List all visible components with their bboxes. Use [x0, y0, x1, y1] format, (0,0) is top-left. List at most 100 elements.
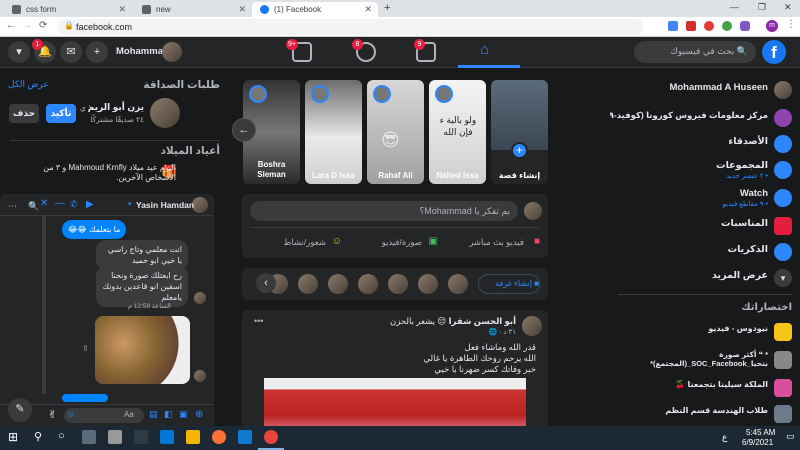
- new-message-button[interactable]: ✎: [8, 398, 32, 422]
- sidebar-item-memories[interactable]: الذكريات: [610, 240, 800, 264]
- close-chat-icon[interactable]: ✕: [40, 198, 48, 209]
- minimize-button[interactable]: —: [730, 2, 739, 12]
- search-contacts-icon[interactable]: 🔍: [28, 201, 39, 212]
- feeling-button[interactable]: ☺ شعور/نشاط: [256, 234, 342, 252]
- sticker-icon[interactable]: ◧: [164, 409, 173, 420]
- video-call-icon[interactable]: ▶: [86, 199, 94, 210]
- firefox-icon[interactable]: [212, 430, 226, 444]
- plus-circle-icon[interactable]: ⊕: [195, 409, 203, 420]
- chrome-menu-icon[interactable]: ⋮: [786, 19, 796, 30]
- room-contact-avatar[interactable]: [298, 274, 318, 294]
- chat-avatar[interactable]: [192, 197, 208, 213]
- forward-icon[interactable]: →: [22, 20, 32, 31]
- post-image[interactable]: [264, 378, 526, 426]
- room-contact-avatar[interactable]: [328, 274, 348, 294]
- browser-tab-css-form[interactable]: css form ✕: [4, 2, 132, 17]
- chat-contact-name[interactable]: Yasin Hamdan: [136, 200, 194, 210]
- browser-tab-new[interactable]: new ✕: [134, 2, 252, 17]
- close-window-button[interactable]: ✕: [784, 2, 792, 13]
- browser-tab-facebook[interactable]: (1) Facebook ✕: [252, 2, 378, 17]
- home-nav-icon[interactable]: ⌂: [480, 41, 489, 58]
- request-name[interactable]: يزن أبو الريم: [88, 102, 144, 113]
- phone-icon[interactable]: ✆: [70, 199, 78, 210]
- story-item[interactable]: Lara D Issa: [305, 80, 362, 184]
- extension-green-icon[interactable]: [722, 21, 732, 31]
- confirm-button[interactable]: تأكيد: [46, 104, 76, 123]
- cortana-icon[interactable]: ○: [58, 430, 65, 442]
- sidebar-item-groups[interactable]: المجموعات • ٢ عنصر جديد: [610, 158, 800, 182]
- more-options-icon[interactable]: ⋯: [8, 201, 17, 212]
- quick-reaction-icon[interactable]: ✌: [48, 408, 57, 421]
- sidebar-item-profile[interactable]: Mohammad A Huseen: [610, 78, 800, 102]
- post-author[interactable]: أبو الحسن شقرا: [449, 316, 516, 326]
- search-input[interactable]: 🔍 بحث في فيسبوك: [634, 41, 756, 63]
- birthday-text[interactable]: اليوم عيد ميلاد Mahmoud Krnfly و ٣ من ال…: [36, 163, 176, 183]
- sidebar-item-events[interactable]: المناسبات: [610, 214, 800, 238]
- rooms-prev-button[interactable]: ‹: [256, 273, 276, 293]
- app-icon[interactable]: [134, 430, 148, 444]
- profile-avatar-icon[interactable]: m: [766, 20, 778, 32]
- see-all-link[interactable]: عرض الكل: [8, 79, 49, 90]
- story-create[interactable]: + إنشاء قصة: [491, 80, 548, 184]
- close-tab-icon[interactable]: ✕: [238, 4, 246, 15]
- translate-icon[interactable]: [668, 21, 678, 31]
- chevron-down-icon[interactable]: ▾: [128, 200, 132, 208]
- close-tab-icon[interactable]: ✕: [364, 4, 372, 15]
- notification-center-icon[interactable]: ▭: [786, 431, 795, 442]
- photo-icon[interactable]: ▣: [179, 409, 188, 420]
- sidebar-item-friends[interactable]: الأصدقاء: [610, 132, 800, 156]
- request-avatar[interactable]: [150, 98, 180, 128]
- file-explorer-icon[interactable]: [186, 430, 200, 444]
- minimize-chat-icon[interactable]: —: [55, 198, 65, 209]
- windows-start-icon[interactable]: ⊞: [8, 430, 18, 444]
- chat-scrollbar[interactable]: [42, 216, 46, 394]
- input-language[interactable]: ع: [722, 432, 727, 443]
- post-menu-icon[interactable]: •••: [254, 316, 263, 326]
- shortcut-item[interactable]: * ❝ أكثر صورة بتحبا_SOC_Facebook_(المجتم…: [610, 348, 800, 372]
- extension-pdf-icon[interactable]: [686, 21, 696, 31]
- reload-icon[interactable]: ⟳: [39, 20, 47, 31]
- shortcut-item[interactable]: الملكة سيلينا بتجمعنا 🍒: [610, 376, 800, 400]
- url-field[interactable]: 🔒 facebook.com: [58, 19, 643, 35]
- share-icon[interactable]: ⇪: [82, 344, 89, 353]
- sidebar-item-see-more[interactable]: ▾ عرض المزيد: [610, 266, 800, 290]
- camera-app-icon[interactable]: [108, 430, 122, 444]
- new-tab-button[interactable]: +: [384, 2, 390, 14]
- chat-message-input[interactable]: Aa: [64, 408, 144, 423]
- close-tab-icon[interactable]: ✕: [118, 4, 126, 15]
- back-icon[interactable]: ←: [6, 20, 16, 31]
- create-button[interactable]: +: [86, 41, 108, 63]
- room-contact-avatar[interactable]: [388, 274, 408, 294]
- story-item[interactable]: ولو بالية ء فإن الله Nahed Issa: [429, 80, 486, 184]
- chrome-icon[interactable]: [264, 430, 278, 444]
- shortcut-item[interactable]: نيودوس - فيديو: [610, 320, 800, 344]
- room-contact-avatar[interactable]: [358, 274, 378, 294]
- taskbar-time[interactable]: 5:45 AM: [746, 428, 775, 437]
- create-room-button[interactable]: ■ إنشاء غرفة: [478, 274, 540, 294]
- post-time[interactable]: ٣١ د · 🌐: [488, 328, 516, 336]
- gif-icon[interactable]: ▤: [149, 409, 158, 420]
- extension-puzzle-icon[interactable]: [740, 21, 750, 31]
- delete-button[interactable]: حذف: [9, 104, 39, 123]
- story-item[interactable]: 😎 Rahaf Ali: [367, 80, 424, 184]
- messenger-button[interactable]: ✉: [60, 41, 82, 63]
- mail-app-icon[interactable]: [160, 430, 174, 444]
- sidebar-item-covid-info[interactable]: مركز معلومات فيروس كورونا (كوفيد-١٩): [610, 106, 800, 130]
- post-author-avatar[interactable]: [522, 316, 542, 336]
- taskbar-date[interactable]: 6/9/2021: [742, 438, 773, 447]
- search-icon[interactable]: ⚲: [34, 430, 42, 443]
- stories-prev-button[interactable]: ←: [232, 118, 256, 142]
- photo-video-button[interactable]: ▣ صورة/فيديو: [352, 234, 438, 252]
- extension-red-icon[interactable]: [704, 21, 714, 31]
- emoji-icon[interactable]: ☺: [66, 409, 75, 419]
- room-contact-avatar[interactable]: [418, 274, 438, 294]
- shortcut-item[interactable]: طلاب الهندسة قسم النظم: [610, 402, 800, 426]
- live-video-button[interactable]: ■ فيديو بث مباشر: [448, 234, 540, 252]
- account-menu-button[interactable]: ▾: [8, 41, 30, 63]
- maximize-button[interactable]: ❐: [758, 2, 766, 13]
- facebook-logo-icon[interactable]: f: [762, 40, 786, 64]
- chat-food-photo[interactable]: [95, 316, 190, 384]
- sidebar-item-watch[interactable]: Watch • ٩ مقاطع فيديو: [610, 186, 800, 210]
- task-view-icon[interactable]: [82, 430, 96, 444]
- room-contact-avatar[interactable]: [448, 274, 468, 294]
